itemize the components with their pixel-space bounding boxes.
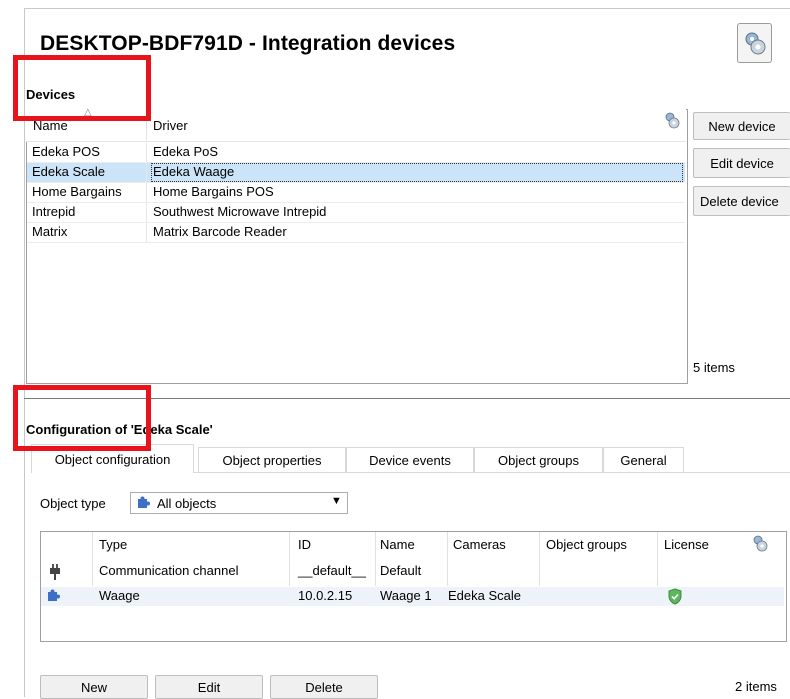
- cell-divider: [146, 223, 147, 242]
- device-name: Edeka POS: [32, 144, 100, 159]
- list-item[interactable]: Edeka POS Edeka PoS: [27, 143, 685, 163]
- gear-icon: [665, 112, 680, 129]
- delete-object-button[interactable]: Delete: [270, 675, 378, 699]
- grid-header-object-groups[interactable]: Object groups: [546, 537, 627, 552]
- list-item-selected[interactable]: Edeka Scale Edeka Waage: [27, 163, 685, 183]
- grid-column-chooser-button[interactable]: [752, 534, 768, 555]
- device-name: Intrepid: [32, 204, 76, 219]
- edit-device-button[interactable]: Edit device: [693, 148, 790, 178]
- window-border-top: [24, 8, 790, 9]
- settings-button[interactable]: [737, 23, 772, 63]
- grid-header-name[interactable]: Name: [380, 537, 415, 552]
- devices-count: 5 items: [693, 360, 735, 375]
- device-driver: Matrix Barcode Reader: [153, 224, 287, 239]
- table-row[interactable]: Waage 10.0.2.15 Waage 1 Edeka Scale: [41, 587, 784, 606]
- cell-divider: [146, 143, 147, 162]
- object-type-value: All objects: [157, 496, 217, 511]
- puzzle-icon: [48, 589, 60, 601]
- list-item[interactable]: Home Bargains Home Bargains POS: [27, 183, 685, 203]
- edit-object-button[interactable]: Edit: [155, 675, 263, 699]
- cell-divider: [146, 183, 147, 202]
- device-name: Matrix: [32, 224, 68, 239]
- highlight-box-configuration: [13, 385, 151, 451]
- gear-icon: [753, 535, 768, 552]
- list-item[interactable]: Intrepid Southwest Microwave Intrepid: [27, 203, 685, 223]
- grid-header-type[interactable]: Type: [99, 537, 127, 552]
- table-row[interactable]: Communication channel __default__ Defaul…: [41, 562, 784, 581]
- device-driver: Southwest Microwave Intrepid: [153, 204, 327, 219]
- object-type-label: Object type: [40, 496, 106, 511]
- shield-check-icon: [668, 588, 682, 605]
- cell-divider: [146, 203, 147, 222]
- new-object-button[interactable]: New: [40, 675, 148, 699]
- object-cameras: Edeka Scale: [448, 588, 521, 603]
- chevron-down-icon: ▼: [331, 495, 342, 507]
- tab-object-properties[interactable]: Object properties: [198, 447, 346, 472]
- column-header-driver[interactable]: Driver: [153, 118, 188, 133]
- object-id: 10.0.2.15: [298, 588, 353, 603]
- object-type: Communication channel: [99, 563, 239, 578]
- highlight-box-devices: [13, 55, 151, 121]
- object-name: Waage 1: [380, 588, 432, 603]
- tab-device-events[interactable]: Device events: [346, 447, 474, 472]
- new-device-button[interactable]: New device: [693, 112, 790, 140]
- device-driver: Edeka PoS: [153, 144, 219, 159]
- device-name: Home Bargains: [32, 184, 122, 199]
- list-item[interactable]: Matrix Matrix Barcode Reader: [27, 223, 685, 243]
- cell-divider: [146, 163, 147, 182]
- grid-header-license[interactable]: License: [664, 537, 709, 552]
- grid-header-cameras[interactable]: Cameras: [453, 537, 506, 552]
- column-chooser-button[interactable]: [664, 111, 680, 132]
- object-type-dropdown[interactable]: All objects ▼: [130, 492, 348, 514]
- objects-count: 2 items: [735, 679, 777, 694]
- puzzle-icon: [138, 496, 150, 508]
- delete-device-button[interactable]: Delete device: [693, 186, 790, 216]
- gear-icon: [745, 32, 765, 55]
- device-name: Edeka Scale: [32, 164, 105, 179]
- object-name: Default: [380, 563, 422, 578]
- page-title: DESKTOP-BDF791D - Integration devices: [40, 32, 456, 55]
- object-id: __default__: [298, 563, 366, 578]
- device-driver: Home Bargains POS: [153, 184, 274, 199]
- grid-header-id[interactable]: ID: [298, 537, 311, 552]
- plug-icon: [50, 564, 60, 580]
- device-driver: Edeka Waage: [151, 163, 683, 182]
- tab-general[interactable]: General: [603, 447, 684, 472]
- object-type: Waage: [99, 588, 140, 603]
- tab-object-groups[interactable]: Object groups: [474, 447, 603, 472]
